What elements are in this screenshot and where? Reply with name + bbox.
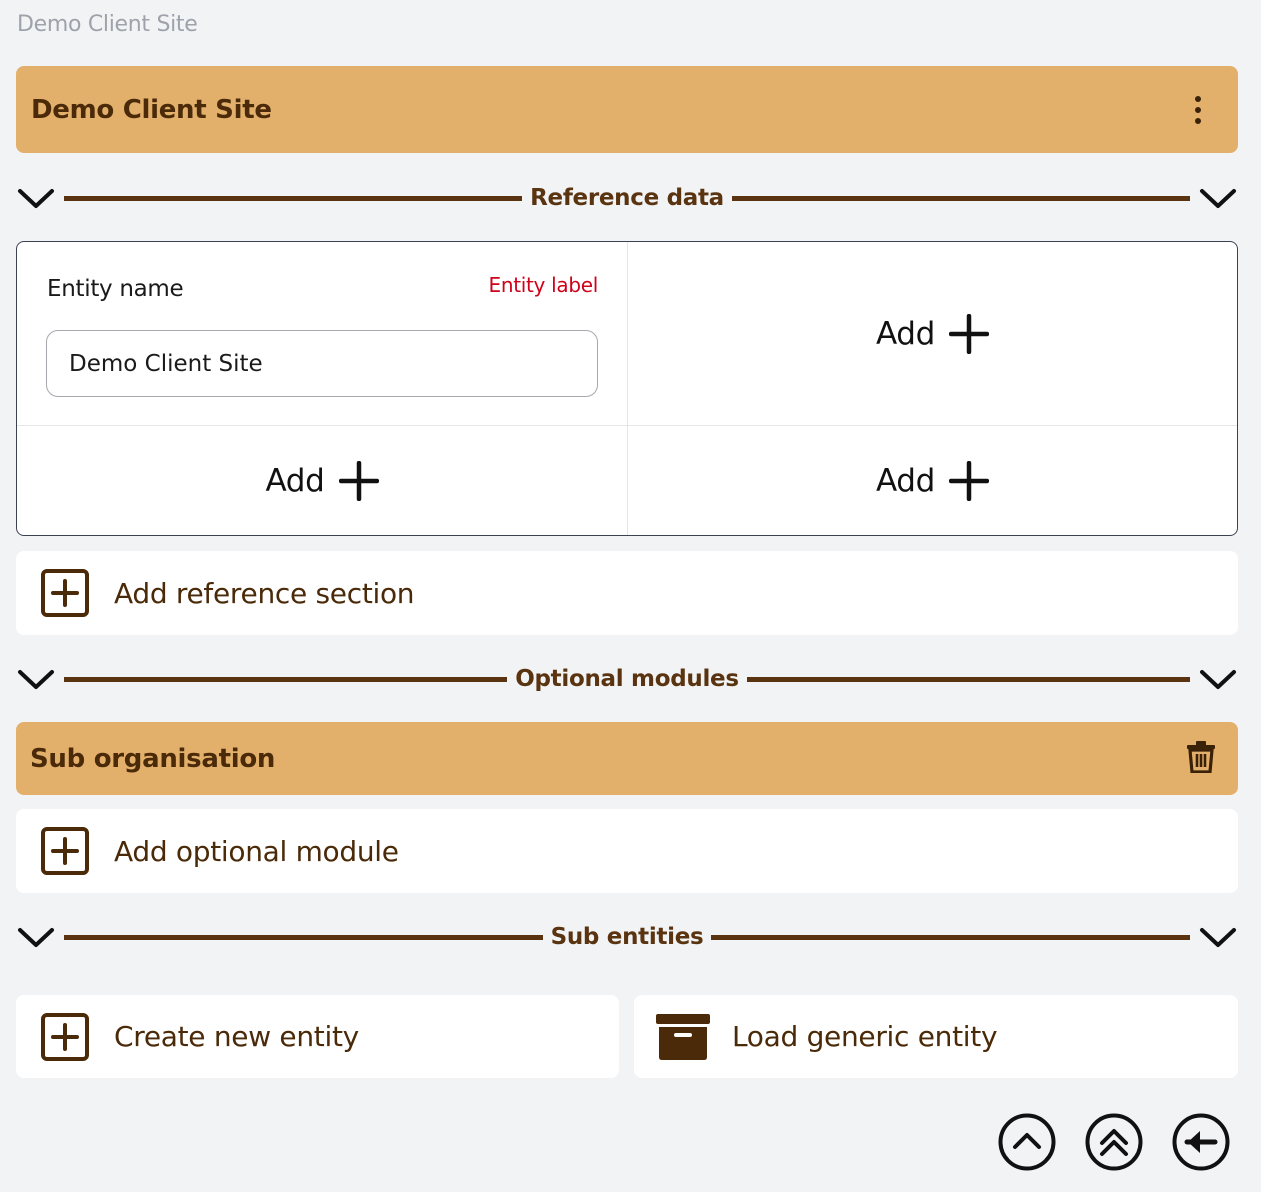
optional-modules-divider: Optional modules — [16, 664, 1238, 694]
add-field-button[interactable]: Add — [628, 242, 1237, 425]
archive-icon — [656, 1013, 710, 1060]
divider-line — [746, 676, 1190, 682]
chevron-down-icon[interactable] — [16, 183, 56, 213]
plus-icon — [949, 313, 990, 354]
breadcrumb: Demo Client Site — [17, 12, 198, 37]
chevron-down-icon[interactable] — [1198, 922, 1238, 952]
divider-line — [64, 195, 523, 201]
page-title: Demo Client Site — [31, 94, 272, 125]
scroll-top-icon[interactable] — [1085, 1113, 1143, 1171]
add-optional-module-button[interactable]: Add optional module — [16, 809, 1238, 893]
chevron-down-icon[interactable] — [1198, 664, 1238, 694]
add-reference-section-button[interactable]: Add reference section — [16, 551, 1238, 635]
add-cell: Add — [628, 426, 1237, 535]
add-field-button[interactable]: Add — [17, 426, 627, 535]
divider-line — [731, 195, 1190, 201]
add-optional-module-label: Add optional module — [114, 834, 399, 868]
chevron-down-icon[interactable] — [1198, 183, 1238, 213]
reference-data-divider: Reference data — [16, 183, 1238, 213]
sub-entities-divider: Sub entities — [16, 922, 1238, 952]
divider-line — [64, 676, 508, 682]
plus-icon — [338, 460, 379, 501]
chevron-down-icon[interactable] — [16, 664, 56, 694]
section-title-sub-entities: Sub entities — [550, 924, 704, 950]
add-label: Add — [875, 462, 936, 499]
create-new-entity-label: Create new entity — [114, 1020, 359, 1053]
add-cell: Add — [628, 242, 1237, 426]
entity-label-tag: Entity label — [488, 273, 598, 297]
entity-header: Demo Client Site — [16, 66, 1238, 153]
add-label: Add — [875, 315, 936, 352]
load-generic-entity-label: Load generic entity — [732, 1020, 998, 1053]
plus-icon — [949, 460, 990, 501]
section-title-optional-modules: Optional modules — [515, 666, 739, 692]
add-reference-section-label: Add reference section — [114, 576, 415, 610]
add-label: Add — [265, 462, 325, 499]
entity-name-label: Entity name — [47, 276, 184, 302]
section-title-reference-data: Reference data — [530, 185, 724, 211]
load-generic-entity-button[interactable]: Load generic entity — [634, 995, 1238, 1078]
back-arrow-icon[interactable] — [1172, 1113, 1230, 1171]
chevron-down-icon[interactable] — [16, 922, 56, 952]
add-cell: Add — [17, 426, 628, 535]
trash-icon[interactable] — [1186, 740, 1216, 777]
plus-square-icon — [41, 569, 89, 617]
plus-square-icon — [41, 827, 89, 875]
sub-organisation-module: Sub organisation — [16, 722, 1238, 795]
reference-data-grid: Entity name Entity label Add Add Add — [16, 241, 1238, 536]
kebab-menu-icon[interactable] — [1188, 95, 1208, 124]
divider-line — [64, 934, 543, 940]
scroll-up-icon[interactable] — [998, 1113, 1056, 1171]
entity-name-cell: Entity name Entity label — [17, 242, 628, 426]
module-title: Sub organisation — [30, 743, 276, 774]
plus-square-icon — [41, 1012, 89, 1061]
divider-line — [711, 934, 1190, 940]
create-new-entity-button[interactable]: Create new entity — [16, 995, 619, 1078]
entity-name-input[interactable] — [46, 330, 598, 397]
add-field-button[interactable]: Add — [628, 426, 1237, 535]
